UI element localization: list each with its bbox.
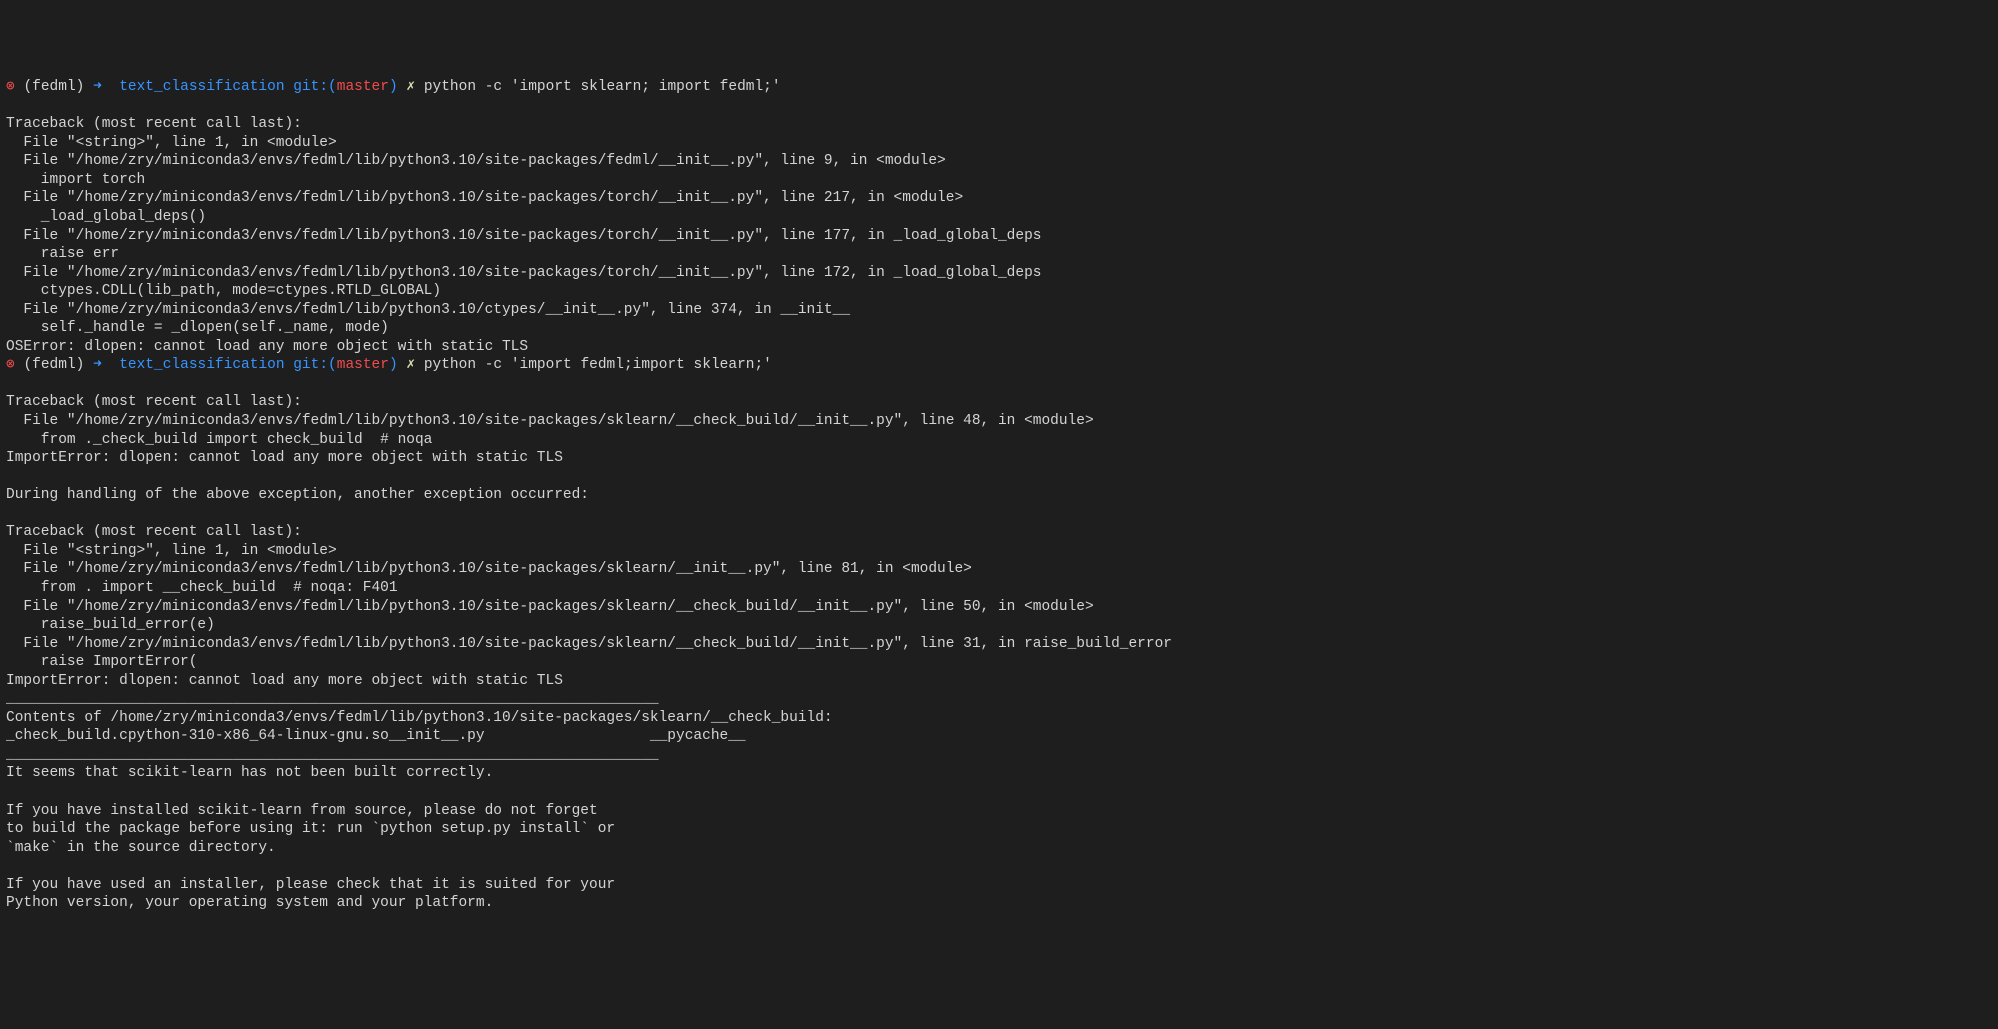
error-icon: ⊗ [6, 357, 15, 373]
traceback-line: File "/home/zry/miniconda3/envs/fedml/li… [6, 636, 1172, 652]
command-1: python -c 'import sklearn; import fedml;… [424, 79, 781, 95]
traceback-line: File "/home/zry/miniconda3/envs/fedml/li… [6, 599, 1094, 615]
output-line: `make` in the source directory. [6, 840, 276, 856]
traceback-line: _load_global_deps() [6, 209, 206, 225]
output-line: During handling of the above exception, … [6, 487, 589, 503]
git-label: git: [293, 79, 328, 95]
traceback-line: File "<string>", line 1, in <module> [6, 135, 337, 151]
error-line: OSError: dlopen: cannot load any more ob… [6, 339, 528, 355]
dirty-icon: ✗ [406, 357, 415, 373]
output-line: Contents of /home/zry/miniconda3/envs/fe… [6, 710, 833, 726]
conda-env: (fedml) [23, 79, 84, 95]
output-line: to build the package before using it: ru… [6, 821, 615, 837]
git-label: git: [293, 357, 328, 373]
traceback-line: from ._check_build import check_build # … [6, 432, 432, 448]
error-line: ImportError: dlopen: cannot load any mor… [6, 450, 563, 466]
error-line: ImportError: dlopen: cannot load any mor… [6, 673, 563, 689]
separator-line: ________________________________________… [6, 747, 659, 763]
traceback-line: Traceback (most recent call last): [6, 394, 302, 410]
output-line: It seems that scikit-learn has not been … [6, 765, 493, 781]
traceback-line: ctypes.CDLL(lib_path, mode=ctypes.RTLD_G… [6, 283, 441, 299]
output-line: If you have used an installer, please ch… [6, 877, 615, 893]
traceback-line: Traceback (most recent call last): [6, 524, 302, 540]
traceback-line: File "/home/zry/miniconda3/envs/fedml/li… [6, 190, 963, 206]
prompt-line-2[interactable]: ⊗ (fedml) ➜ text_classification git:(mas… [6, 356, 1992, 375]
output-line: Python version, your operating system an… [6, 895, 493, 911]
traceback-line: raise_build_error(e) [6, 617, 215, 633]
cwd: text_classification [119, 79, 284, 95]
output-line: _check_build.cpython-310-x86_64-linux-gn… [6, 728, 746, 744]
traceback-line: raise err [6, 246, 119, 262]
command-2: python -c 'import fedml;import sklearn;' [424, 357, 772, 373]
traceback-line: File "/home/zry/miniconda3/envs/fedml/li… [6, 302, 850, 318]
traceback-line: raise ImportError( [6, 654, 197, 670]
cwd: text_classification [119, 357, 284, 373]
terminal-output[interactable]: ⊗ (fedml) ➜ text_classification git:(mas… [6, 78, 1992, 913]
separator-line: ________________________________________… [6, 691, 659, 707]
prompt-arrow-icon: ➜ [93, 357, 102, 373]
conda-env: (fedml) [23, 357, 84, 373]
traceback-line: File "/home/zry/miniconda3/envs/fedml/li… [6, 153, 946, 169]
error-icon: ⊗ [6, 79, 15, 95]
traceback-line: Traceback (most recent call last): [6, 116, 302, 132]
dirty-icon: ✗ [406, 79, 415, 95]
output-line: If you have installed scikit-learn from … [6, 803, 598, 819]
traceback-line: File "/home/zry/miniconda3/envs/fedml/li… [6, 561, 972, 577]
git-paren-open: ( [328, 79, 337, 95]
git-paren-close: ) [389, 357, 398, 373]
traceback-line: self._handle = _dlopen(self._name, mode) [6, 320, 389, 336]
git-paren-open: ( [328, 357, 337, 373]
traceback-line: from . import __check_build # noqa: F401 [6, 580, 398, 596]
prompt-line-1[interactable]: ⊗ (fedml) ➜ text_classification git:(mas… [6, 78, 1992, 97]
traceback-line: import torch [6, 172, 145, 188]
git-branch: master [337, 79, 389, 95]
prompt-arrow-icon: ➜ [93, 79, 102, 95]
traceback-line: File "<string>", line 1, in <module> [6, 543, 337, 559]
traceback-line: File "/home/zry/miniconda3/envs/fedml/li… [6, 413, 1094, 429]
git-branch: master [337, 357, 389, 373]
traceback-line: File "/home/zry/miniconda3/envs/fedml/li… [6, 228, 1041, 244]
git-paren-close: ) [389, 79, 398, 95]
traceback-line: File "/home/zry/miniconda3/envs/fedml/li… [6, 265, 1041, 281]
